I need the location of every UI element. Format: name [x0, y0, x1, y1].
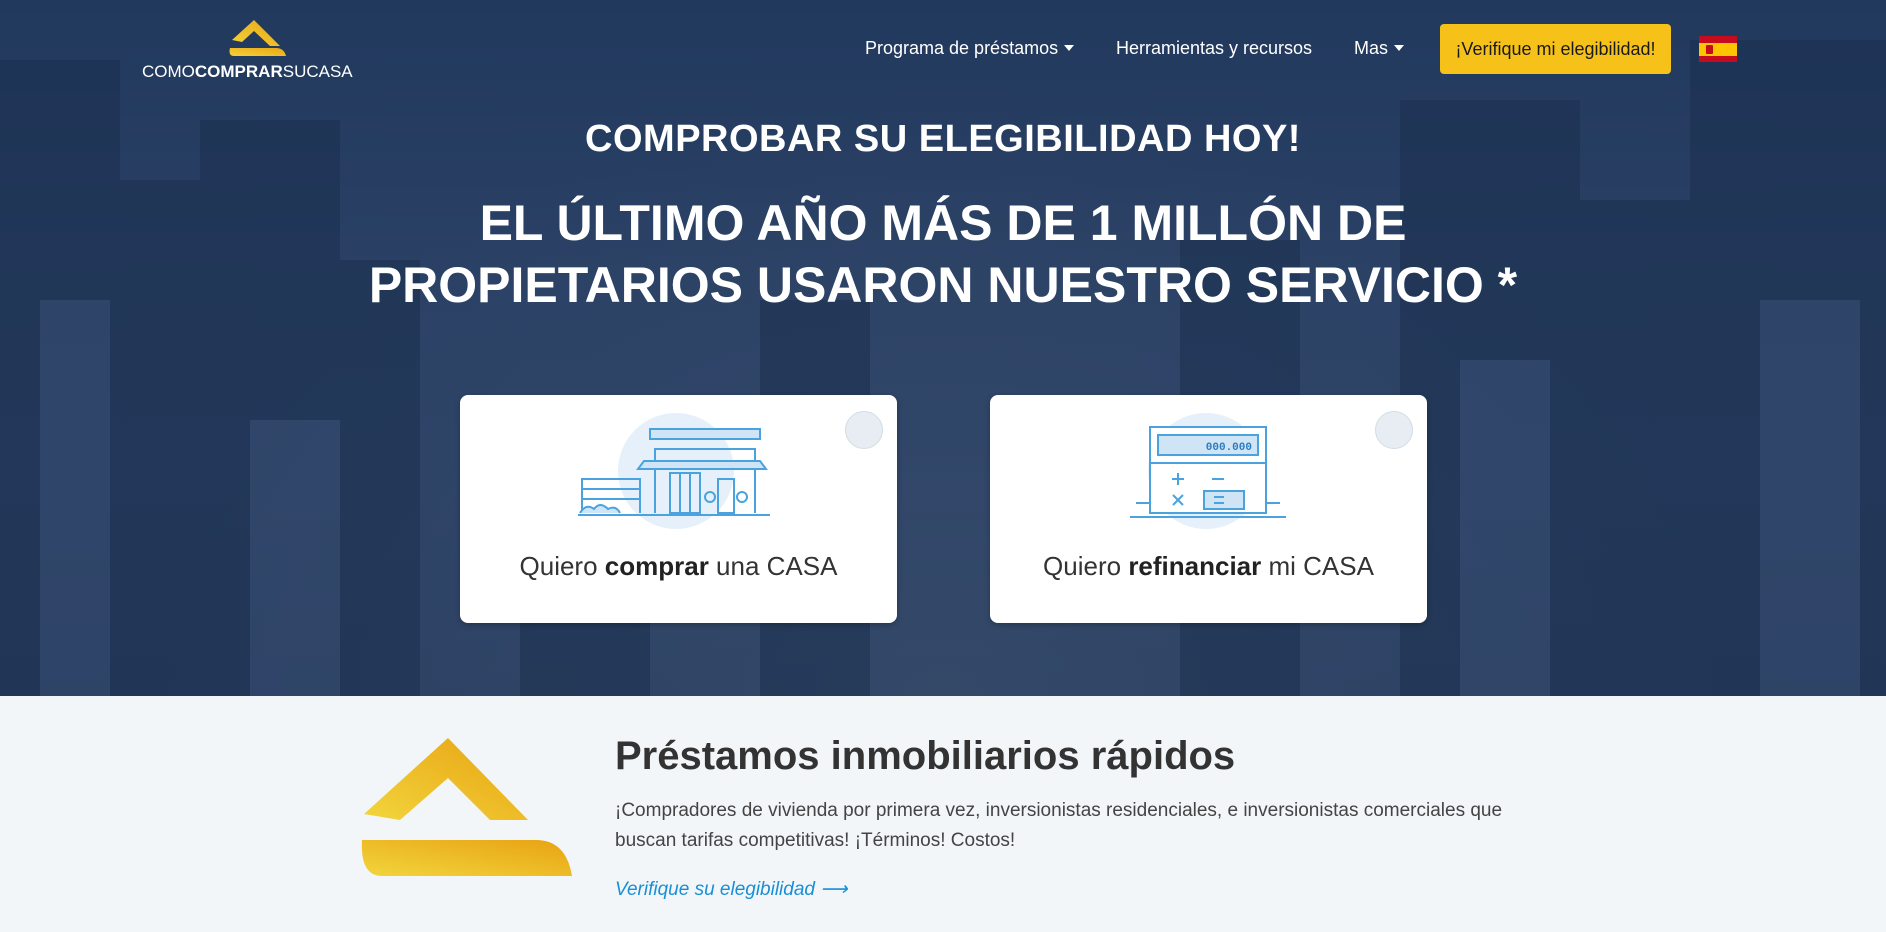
city-skyline-background [0, 40, 1886, 696]
verify-eligibility-link[interactable]: Verifique su elegibilidad ⟶ [615, 878, 848, 901]
nav-label: Herramientas y recursos [1116, 38, 1313, 58]
verify-eligibility-button[interactable]: ¡Verifique mi elegibilidad! [1440, 24, 1671, 74]
refinance-option-label: Quiero refinanciar mi CASA [1043, 551, 1374, 581]
hero-eyebrow: COMPROBAR SU ELEGIBILIDAD HOY! [585, 118, 1301, 160]
brand-wordmark: COMOCOMPRARSUCASA [142, 62, 353, 81]
house-roof-logo-icon [361, 738, 572, 876]
headline-line-1: EL ÚLTIMO AÑO MÁS DE 1 MILLÓN DE [479, 195, 1407, 251]
house-icon [578, 413, 770, 529]
headline-line-2: PROPIETARIOS USARON NUESTRO SERVICIO * [368, 257, 1518, 313]
hero-headline: EL ÚLTIMO AÑO MÁS DE 1 MILLÓN DE PROPIET… [0, 192, 1886, 316]
feature-description: ¡Compradores de vivienda por primera vez… [615, 800, 1503, 851]
refinance-home-option-card[interactable]: 000.000 Quiero refinanciar mi CASA [990, 395, 1427, 623]
nav-mas[interactable]: Mas [1354, 38, 1405, 59]
buy-option-label: Quiero comprar una CASA [519, 551, 838, 581]
calculator-icon: 000.000 [1130, 413, 1286, 529]
hero-section: COMOCOMPRARSUCASA Programa de préstamos … [0, 0, 1886, 696]
nav-label: Programa de préstamos [865, 38, 1059, 58]
feature-title: Préstamos inmobiliarios rápidos [615, 734, 1236, 778]
chevron-down-icon [1394, 45, 1405, 51]
nav-label: Mas [1354, 38, 1389, 58]
nav-programa-prestamos[interactable]: Programa de préstamos [865, 38, 1075, 59]
chevron-down-icon [1064, 45, 1075, 51]
house-roof-logo-icon [229, 20, 286, 56]
nav-herramientas-recursos[interactable]: Herramientas y recursos [1116, 38, 1312, 59]
calculator-display: 000.000 [1206, 442, 1252, 454]
brand-logo[interactable]: COMOCOMPRARSUCASA [142, 18, 354, 82]
buy-home-option-card[interactable]: Quiero comprar una CASA [460, 395, 897, 623]
spain-flag-icon[interactable] [1699, 36, 1737, 62]
top-navbar: COMOCOMPRARSUCASA Programa de préstamos … [0, 0, 1886, 100]
